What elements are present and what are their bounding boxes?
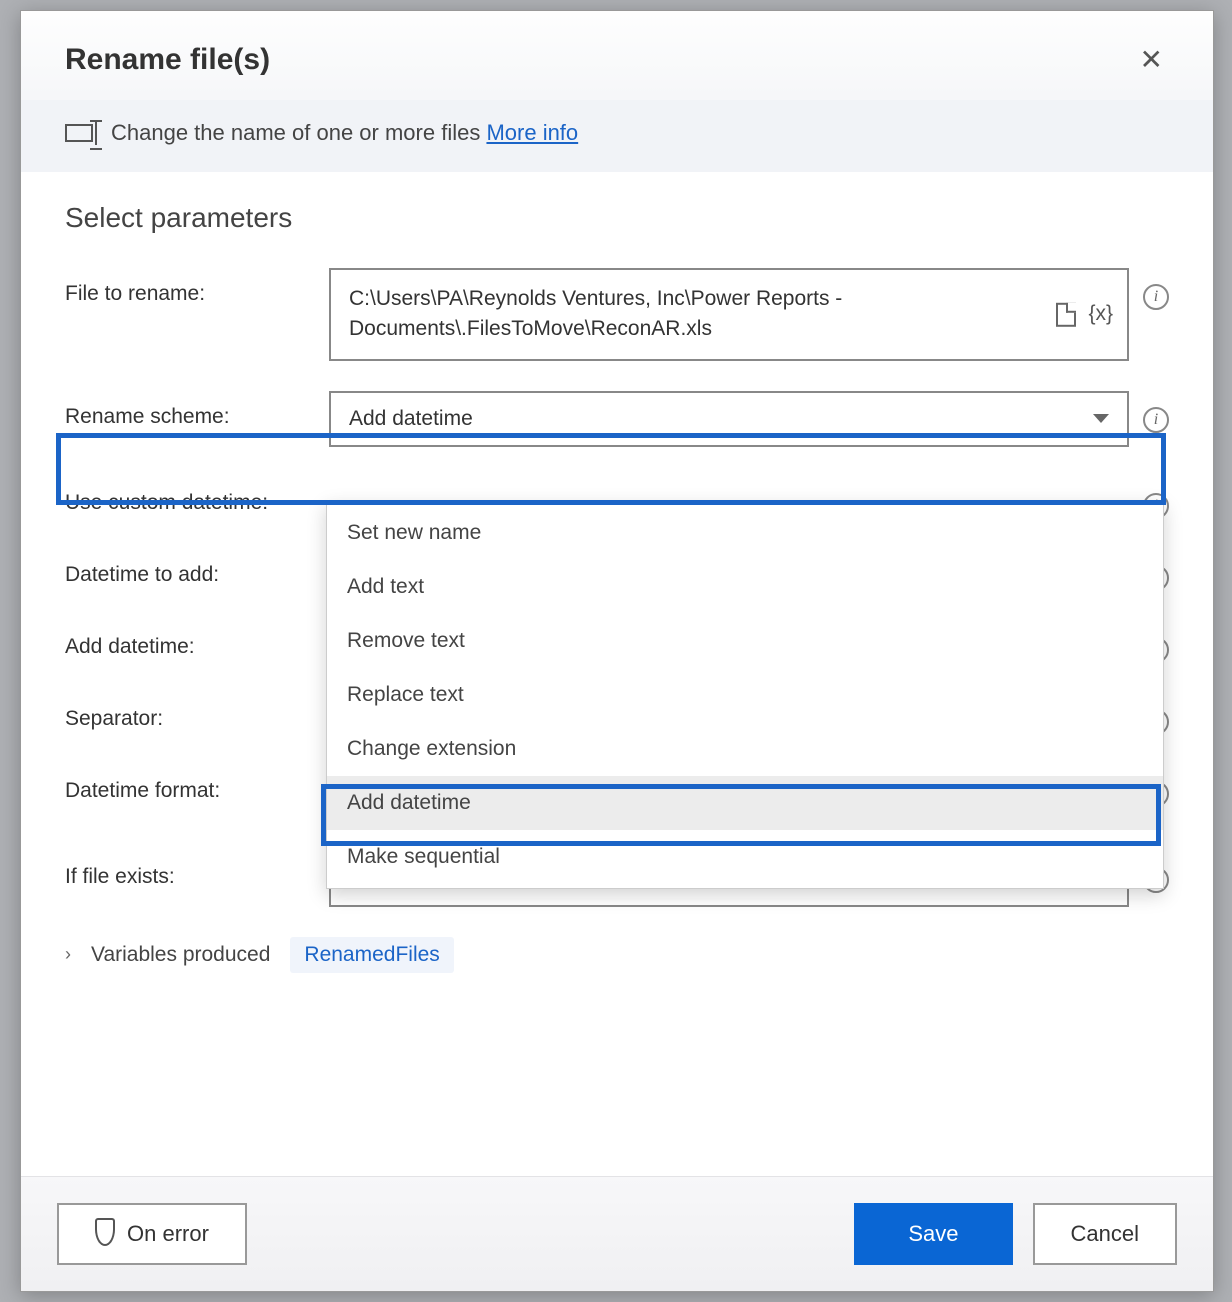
label-rename-scheme: Rename scheme: <box>65 391 315 429</box>
label-add-datetime: Add datetime: <box>65 621 315 659</box>
on-error-button[interactable]: On error <box>57 1203 247 1265</box>
dropdown-item[interactable]: Change extension <box>327 722 1163 776</box>
rename-files-dialog: Rename file(s) ✕ Change the name of one … <box>20 10 1214 1292</box>
variable-token-icon[interactable]: {x} <box>1088 299 1113 329</box>
dialog-description: Change the name of one or more files Mor… <box>21 100 1213 172</box>
rename-scheme-dropdown: Set new nameAdd textRemove textReplace t… <box>326 501 1164 889</box>
label-datetime-format: Datetime format: <box>65 765 315 803</box>
label-datetime-to-add: Datetime to add: <box>65 549 315 587</box>
close-button[interactable]: ✕ <box>1130 39 1173 80</box>
rename-icon <box>65 124 93 142</box>
file-browse-icon[interactable] <box>1056 302 1076 326</box>
section-heading: Select parameters <box>65 202 1169 234</box>
label-if-file-exists: If file exists: <box>65 851 315 889</box>
dropdown-item[interactable]: Replace text <box>327 668 1163 722</box>
variables-produced-label: Variables produced <box>91 943 270 967</box>
dropdown-item[interactable]: Add datetime <box>327 776 1163 830</box>
label-file-to-rename: File to rename: <box>65 268 315 306</box>
dropdown-item[interactable]: Make sequential <box>327 830 1163 884</box>
variables-produced-row[interactable]: › Variables produced RenamedFiles <box>65 937 1169 973</box>
description-text: Change the name of one or more files <box>111 120 480 145</box>
chevron-right-icon: › <box>65 944 71 965</box>
dropdown-item[interactable]: Remove text <box>327 614 1163 668</box>
row-file-to-rename: File to rename: C:\Users\PA\Reynolds Ven… <box>65 268 1169 361</box>
chevron-down-icon <box>1093 414 1109 423</box>
rename-scheme-select[interactable]: Add datetime <box>329 391 1129 447</box>
dropdown-item[interactable]: Set new name <box>327 506 1163 560</box>
info-icon[interactable]: i <box>1143 407 1169 433</box>
cancel-button[interactable]: Cancel <box>1033 1203 1177 1265</box>
dialog-header: Rename file(s) ✕ <box>21 11 1213 100</box>
label-separator: Separator: <box>65 693 315 731</box>
dialog-footer: On error Save Cancel <box>21 1176 1213 1291</box>
info-icon[interactable]: i <box>1143 284 1169 310</box>
more-info-link[interactable]: More info <box>486 120 578 145</box>
dialog-title: Rename file(s) <box>65 43 270 77</box>
label-use-custom-datetime: Use custom datetime: <box>65 477 315 515</box>
dropdown-item[interactable]: Add text <box>327 560 1163 614</box>
save-button[interactable]: Save <box>854 1203 1012 1265</box>
row-rename-scheme: Rename scheme: Add datetime i <box>65 391 1169 447</box>
file-to-rename-input[interactable]: C:\Users\PA\Reynolds Ventures, Inc\Power… <box>329 268 1129 361</box>
variable-chip[interactable]: RenamedFiles <box>290 937 453 973</box>
shield-icon <box>95 1222 115 1246</box>
